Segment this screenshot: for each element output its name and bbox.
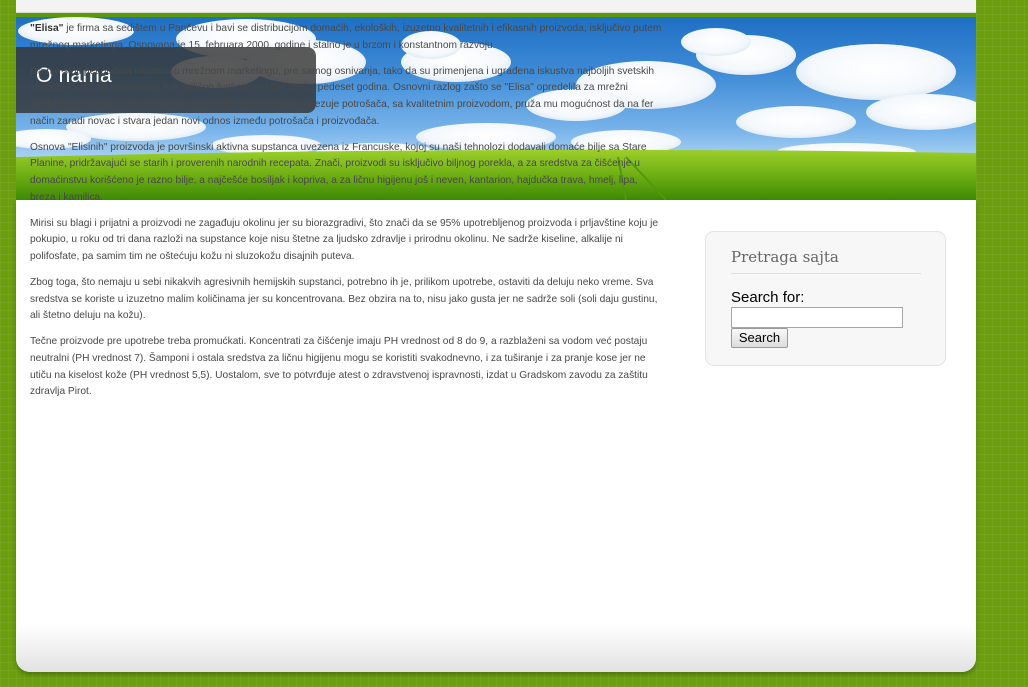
- article-paragraph: Zbog toga, što nemaju u sebi nikakvih ag…: [30, 277, 658, 322]
- search-widget: Pretraga sajta Search for: Search: [705, 231, 946, 366]
- article-paragraph: Tečne proizvode pre upotrebe treba promu…: [30, 336, 648, 398]
- search-label: Search for:: [731, 289, 805, 306]
- article-paragraph: Mirisi su blagi i prijatni a proizvodi n…: [30, 217, 659, 262]
- article-paragraph: Osnova "Elisinih" proizvoda je površinsk…: [30, 141, 647, 203]
- article-paragraph: "Elisa" je firma sa sedištem u Pančevu i…: [30, 21, 662, 54]
- company-name-bold: "Elisa": [30, 23, 64, 34]
- article-body: "Elisa" je firma sa sedištem u Pančevu i…: [30, 21, 662, 410]
- search-input[interactable]: [731, 307, 903, 328]
- article-paragraph: Iza nje stoji pet godina iskustva u mrež…: [30, 65, 655, 127]
- search-button[interactable]: Search: [731, 328, 788, 348]
- search-widget-title: Pretraga sajta: [731, 248, 921, 274]
- top-bar: [16, 0, 976, 13]
- article-paragraph-text: je firma sa sedištem u Pančevu i bavi se…: [30, 23, 662, 51]
